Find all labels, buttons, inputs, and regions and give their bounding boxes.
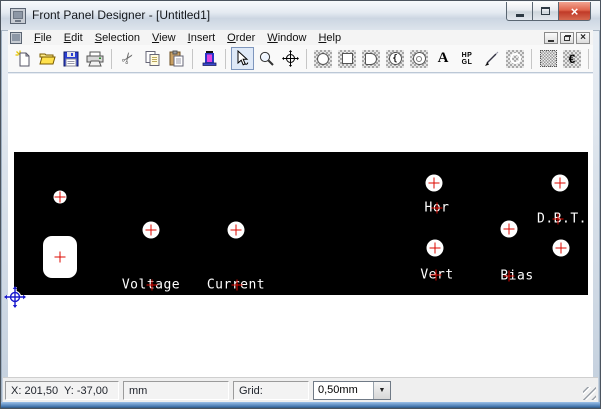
- maximize-icon: [541, 7, 550, 15]
- menu-edit[interactable]: Edit: [58, 32, 89, 44]
- thread-hole-tool-icon[interactable]: [408, 47, 431, 70]
- app-icon[interactable]: [10, 8, 26, 24]
- engraving-label[interactable]: Voltage: [122, 278, 180, 293]
- toolbar-separator: [531, 49, 532, 69]
- print-icon[interactable]: [84, 47, 107, 70]
- engraving-tool-icon[interactable]: [480, 47, 503, 70]
- paste-icon[interactable]: [165, 47, 188, 70]
- menu-insert[interactable]: Insert: [182, 32, 222, 44]
- menu-help[interactable]: Help: [312, 32, 347, 44]
- app-window: Front Panel Designer - [Untitled1] × Fil…: [0, 0, 601, 409]
- drill-hole[interactable]: [54, 191, 67, 204]
- title-bar[interactable]: Front Panel Designer - [Untitled1] ×: [1, 1, 600, 31]
- units-indicator: mm: [123, 381, 229, 400]
- mdi-close-button[interactable]: ×: [576, 32, 590, 44]
- drawing-area: Voltage Current Hor Vert Bias D.B.T.: [8, 74, 593, 377]
- grid-size-value: 0,50mm: [314, 382, 373, 399]
- cursor-coordinates: X: 201,50 Y: -37,00: [5, 381, 119, 400]
- hpgl-import-tool-icon[interactable]: HPGL: [456, 47, 479, 70]
- open-icon[interactable]: [36, 47, 59, 70]
- drill-hole[interactable]: [228, 222, 245, 239]
- mdi-child-icon[interactable]: [10, 32, 22, 44]
- mdi-minimize-icon: [548, 40, 554, 42]
- toolbar: ✂ { AHPGL €: [8, 45, 593, 73]
- drill-hole[interactable]: [501, 221, 518, 238]
- minimize-icon: [516, 14, 524, 17]
- toolbar-separator: [192, 49, 193, 69]
- menu-order[interactable]: Order: [221, 32, 261, 44]
- close-icon: ×: [571, 3, 579, 20]
- drill-hole[interactable]: [143, 222, 160, 239]
- drill-hole[interactable]: [553, 240, 570, 257]
- cavity-tool-icon[interactable]: {: [384, 47, 407, 70]
- engraving-label[interactable]: Hor: [425, 201, 450, 216]
- drill-hole[interactable]: [552, 175, 569, 192]
- grid-label: Grid:: [233, 381, 309, 400]
- grid-size-select[interactable]: 0,50mm ▼: [313, 381, 391, 400]
- origin-tool-icon[interactable]: [279, 47, 302, 70]
- measure-tool-icon[interactable]: [537, 47, 560, 70]
- origin-crosshair-cursor: [4, 286, 26, 308]
- menu-view[interactable]: View: [146, 32, 182, 44]
- copy-icon[interactable]: [141, 47, 164, 70]
- mdi-restore-icon: [564, 36, 570, 41]
- menu-selection[interactable]: Selection: [89, 32, 146, 44]
- toolbar-separator: [306, 49, 307, 69]
- toolbar-separator: [111, 49, 112, 69]
- mdi-minimize-button[interactable]: [544, 32, 558, 44]
- mdi-restore-button[interactable]: [560, 32, 574, 44]
- resize-grip[interactable]: [583, 387, 596, 400]
- text-tool-icon[interactable]: A: [432, 47, 455, 70]
- minimize-button[interactable]: [506, 2, 533, 21]
- status-bar: X: 201,50 Y: -37,00 mm Grid: 0,50mm ▼: [3, 377, 598, 402]
- drill-hole-tool-icon[interactable]: [312, 47, 335, 70]
- close-button[interactable]: ×: [558, 2, 591, 21]
- rounded-cutout-tool-icon[interactable]: [360, 47, 383, 70]
- toolbar-separator: [588, 49, 589, 69]
- maximize-button[interactable]: [532, 2, 559, 21]
- engraving-label[interactable]: Bias: [500, 269, 533, 284]
- cut-icon[interactable]: ✂: [117, 47, 140, 70]
- window-bottom-border: [1, 402, 600, 408]
- drill-hole[interactable]: [426, 175, 443, 192]
- rect-cutout-tool-icon[interactable]: [336, 47, 359, 70]
- engraving-label[interactable]: Current: [207, 278, 265, 293]
- engraving-label[interactable]: D.B.T.: [537, 212, 587, 227]
- drill-hole[interactable]: [427, 240, 444, 257]
- free-contour-tool-icon[interactable]: [504, 47, 527, 70]
- menu-bar: File Edit Selection View Insert Order Wi…: [8, 30, 593, 46]
- menu-file[interactable]: File: [28, 32, 58, 44]
- new-icon[interactable]: [12, 47, 35, 70]
- chevron-down-icon[interactable]: ▼: [373, 382, 390, 399]
- front-panel[interactable]: Voltage Current Hor Vert Bias D.B.T.: [14, 152, 588, 295]
- rect-cutout[interactable]: [43, 236, 77, 278]
- menu-window[interactable]: Window: [261, 32, 312, 44]
- save-icon[interactable]: [60, 47, 83, 70]
- mdi-close-icon: ×: [580, 33, 586, 43]
- engraving-label[interactable]: Vert: [420, 268, 453, 283]
- toolbar-separator: [225, 49, 226, 69]
- front-panel-properties-icon[interactable]: [198, 47, 221, 70]
- window-title: Front Panel Designer - [Untitled1]: [32, 1, 210, 30]
- price-calc-icon[interactable]: €: [561, 47, 584, 70]
- zoom-tool-icon[interactable]: [255, 47, 278, 70]
- select-tool-icon[interactable]: [231, 47, 254, 70]
